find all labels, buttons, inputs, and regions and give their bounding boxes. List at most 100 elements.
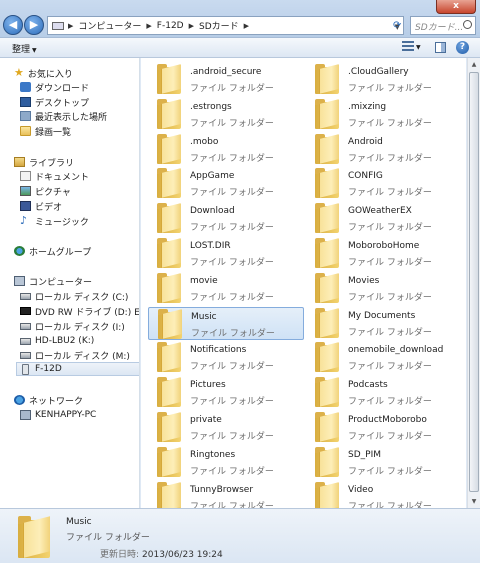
forward-button[interactable]: ▶ bbox=[24, 15, 44, 35]
organize-button[interactable]: 整理 ▼ bbox=[12, 42, 37, 55]
nav-homegroup[interactable]: ホームグループ bbox=[14, 244, 139, 258]
nav-item-recent-places[interactable]: 最近表示した場所 bbox=[20, 109, 139, 123]
folder-item[interactable]: CONFIG ファイル フォルダー bbox=[306, 167, 462, 200]
folder-item[interactable]: Android ファイル フォルダー bbox=[306, 133, 462, 166]
nav-item-downloads[interactable]: ダウンロード bbox=[20, 80, 139, 94]
back-button[interactable]: ◀ bbox=[3, 15, 23, 35]
folder-item[interactable]: AppGame ファイル フォルダー bbox=[148, 167, 304, 200]
nav-item-desktop[interactable]: デスクトップ bbox=[20, 95, 139, 109]
nav-item-label: ダウンロード bbox=[35, 83, 90, 94]
scroll-up-icon[interactable]: ▲ bbox=[468, 58, 480, 71]
scrollbar-thumb[interactable] bbox=[469, 72, 479, 492]
network-computer-icon bbox=[20, 410, 31, 420]
folder-name: movie bbox=[190, 275, 218, 286]
close-button[interactable]: x bbox=[436, 0, 476, 14]
nav-item-pictures[interactable]: ピクチャ bbox=[20, 184, 139, 198]
folder-item[interactable]: Movies ファイル フォルダー bbox=[306, 272, 462, 305]
folder-item[interactable]: ProductMoborobo ファイル フォルダー bbox=[306, 411, 462, 444]
search-icon[interactable] bbox=[463, 20, 472, 29]
nav-libraries[interactable]: ライブラリ bbox=[14, 155, 139, 169]
folder-item[interactable]: movie ファイル フォルダー bbox=[148, 272, 304, 305]
nav-favorites[interactable]: ★ お気に入り bbox=[14, 66, 139, 80]
picture-icon bbox=[20, 186, 31, 196]
star-icon: ★ bbox=[14, 66, 24, 79]
nav-network[interactable]: ネットワーク bbox=[14, 393, 139, 407]
folder-name: private bbox=[190, 415, 222, 425]
folder-type: ファイル フォルダー bbox=[348, 362, 432, 373]
chevron-down-icon[interactable]: ▼ bbox=[416, 44, 421, 51]
folder-item[interactable]: SD_PIM ファイル フォルダー bbox=[306, 446, 462, 479]
folder-icon bbox=[315, 342, 341, 373]
nav-item-label: ローカル ディスク (C:) bbox=[35, 292, 129, 303]
search-input[interactable]: SDカード... bbox=[410, 16, 476, 35]
breadcrumb-sdcard[interactable]: SDカード bbox=[196, 19, 242, 32]
nav-item-kenhappy-pc[interactable]: KENHAPPY-PC bbox=[20, 408, 139, 422]
folder-item[interactable]: LOST.DIR ファイル フォルダー bbox=[148, 237, 304, 270]
folder-item[interactable]: Pictures ファイル フォルダー bbox=[148, 376, 304, 409]
folder-type: ファイル フォルダー bbox=[190, 118, 274, 129]
details-type: ファイル フォルダー bbox=[66, 533, 150, 543]
nav-computer[interactable]: コンピューター bbox=[14, 274, 139, 288]
nav-item-videos[interactable]: ビデオ bbox=[20, 199, 139, 213]
nav-item-recorded-tv[interactable]: 録画一覧 bbox=[20, 124, 139, 138]
folder-name: .android_secure bbox=[190, 67, 262, 77]
nav-item-documents[interactable]: ドキュメント bbox=[20, 169, 139, 183]
folder-item[interactable]: .CloudGallery ファイル フォルダー bbox=[306, 63, 462, 96]
folder-type: ファイル フォルダー bbox=[348, 258, 432, 268]
nav-item-drive-d[interactable]: DVD RW ドライブ (D:) EXPAN bbox=[20, 304, 139, 318]
folder-name: Movies bbox=[348, 275, 380, 286]
chevron-right-icon[interactable]: ▶ bbox=[66, 22, 75, 30]
folder-icon bbox=[18, 516, 52, 558]
folder-icon bbox=[157, 98, 183, 129]
hard-disk-icon bbox=[20, 322, 31, 330]
folder-icon bbox=[315, 446, 341, 477]
folder-icon bbox=[315, 133, 341, 164]
folder-name: .estrongs bbox=[190, 101, 232, 112]
folder-item[interactable]: .mixzing ファイル フォルダー bbox=[306, 98, 462, 131]
nav-item-f12d[interactable]: F-12D bbox=[16, 362, 139, 376]
folder-item[interactable]: Ringtones ファイル フォルダー bbox=[148, 446, 304, 479]
chevron-right-icon[interactable]: ▶ bbox=[242, 22, 251, 30]
folder-name: Ringtones bbox=[190, 449, 236, 460]
folder-item[interactable]: MoboroboHome ファイル フォルダー bbox=[306, 237, 462, 270]
help-icon[interactable]: ? bbox=[456, 41, 469, 54]
folder-item[interactable]: .mobo ファイル フォルダー bbox=[148, 133, 304, 166]
folder-item[interactable]: onemobile_download ファイル フォルダー bbox=[306, 341, 462, 374]
folder-item[interactable]: Music ファイル フォルダー bbox=[148, 306, 304, 340]
nav-libraries-label: ライブラリ bbox=[29, 158, 75, 169]
desktop-icon bbox=[20, 97, 31, 107]
nav-network-label: ネットワーク bbox=[29, 396, 84, 407]
folder-icon bbox=[315, 272, 341, 303]
nav-item-label: デスクトップ bbox=[35, 98, 90, 109]
scroll-down-icon[interactable]: ▼ bbox=[468, 495, 480, 508]
preview-pane-icon[interactable] bbox=[435, 42, 446, 53]
nav-item-drive-k[interactable]: HD-LBU2 (K:) bbox=[20, 334, 139, 348]
breadcrumb-computer[interactable]: コンピューター bbox=[75, 19, 144, 32]
refresh-icon[interactable]: ⟳ bbox=[393, 20, 401, 31]
nav-item-drive-i[interactable]: ローカル ディスク (I:) bbox=[20, 319, 139, 333]
folder-item[interactable]: Podcasts ファイル フォルダー bbox=[306, 376, 462, 409]
folder-item[interactable]: My Documents ファイル フォルダー bbox=[306, 307, 462, 340]
breadcrumb-f12d[interactable]: F-12D bbox=[154, 21, 187, 31]
nav-item-drive-m[interactable]: ローカル ディスク (M:) bbox=[20, 348, 139, 362]
folder-item[interactable]: GOWeatherEX ファイル フォルダー bbox=[306, 202, 462, 235]
computer-icon bbox=[14, 276, 25, 286]
folder-item[interactable]: .estrongs ファイル フォルダー bbox=[148, 98, 304, 131]
folder-item[interactable]: Notifications ファイル フォルダー bbox=[148, 341, 304, 374]
view-options-icon[interactable] bbox=[402, 41, 414, 53]
nav-item-drive-c[interactable]: ローカル ディスク (C:) bbox=[20, 289, 139, 303]
vertical-scrollbar[interactable]: ▲ ▼ bbox=[467, 58, 480, 508]
library-icon bbox=[14, 157, 25, 167]
address-bar[interactable]: ▶ コンピューター ▶ F-12D ▶ SDカード ▶ ▼ bbox=[47, 16, 404, 35]
folder-item[interactable]: Download ファイル フォルダー bbox=[148, 202, 304, 235]
chevron-right-icon[interactable]: ▶ bbox=[144, 22, 153, 30]
folder-item[interactable]: .android_secure ファイル フォルダー bbox=[148, 63, 304, 96]
nav-item-label: ピクチャ bbox=[35, 187, 71, 198]
details-name: Music bbox=[66, 517, 92, 527]
nav-item-music[interactable]: ♪ ミュージック bbox=[20, 214, 139, 228]
folder-item[interactable]: private ファイル フォルダー bbox=[148, 411, 304, 444]
hard-disk-icon bbox=[20, 337, 31, 345]
chevron-right-icon[interactable]: ▶ bbox=[187, 22, 196, 30]
folder-icon bbox=[157, 168, 183, 199]
folder-type: ファイル フォルダー bbox=[348, 292, 432, 303]
